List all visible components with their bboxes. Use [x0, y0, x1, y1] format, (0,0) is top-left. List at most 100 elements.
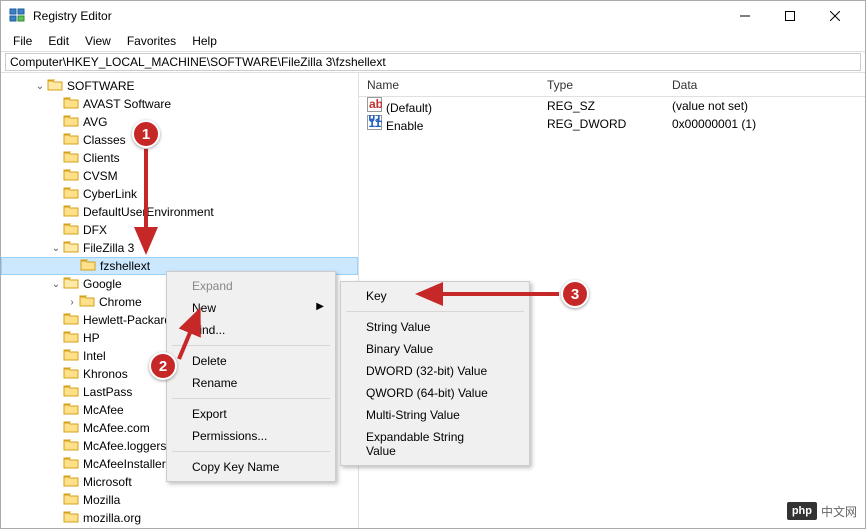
menu-file[interactable]: File — [5, 32, 40, 50]
ctx-find[interactable]: Find... — [170, 319, 332, 341]
tree-item-label: McAfee.loggers — [83, 439, 166, 453]
col-header-type[interactable]: Type — [539, 78, 664, 92]
folder-icon — [63, 348, 79, 365]
annotation-badge-1: 1 — [132, 120, 160, 148]
app-icon — [9, 7, 25, 26]
ctx-new[interactable]: New▶ — [170, 297, 332, 319]
tree-item-label: DFX — [83, 223, 107, 237]
tree-item-label: CyberLink — [83, 187, 137, 201]
ctx-delete[interactable]: Delete — [170, 350, 332, 372]
sub-expand[interactable]: Expandable String Value — [344, 426, 526, 462]
value-data: 0x00000001 (1) — [664, 117, 865, 131]
tree-item-label: fzshellext — [100, 259, 150, 273]
context-menu[interactable]: Expand New▶ Find... Delete Rename Export… — [166, 271, 336, 482]
folder-icon — [63, 366, 79, 383]
list-row[interactable]: 011110EnableREG_DWORD0x00000001 (1) — [359, 115, 865, 133]
folder-icon — [63, 492, 79, 509]
value-type: REG_DWORD — [539, 117, 664, 131]
folder-icon — [63, 114, 79, 131]
tree-item-label: SOFTWARE — [67, 79, 135, 93]
menu-help[interactable]: Help — [184, 32, 225, 50]
tree-item-label: mozilla.org — [83, 511, 141, 525]
menu-view[interactable]: View — [77, 32, 119, 50]
address-input[interactable] — [5, 53, 861, 71]
tree-item[interactable]: ⌄ SOFTWARE — [1, 77, 358, 95]
ctx-permissions[interactable]: Permissions... — [170, 425, 332, 447]
menu-favorites[interactable]: Favorites — [119, 32, 184, 50]
value-name: Enable — [386, 119, 423, 133]
watermark-logo: php — [787, 502, 817, 520]
tree-item-label: Chrome — [99, 295, 142, 309]
watermark: php 中文网 — [787, 502, 857, 520]
folder-icon — [63, 384, 79, 401]
folder-icon — [47, 78, 63, 95]
svg-text:ab: ab — [369, 97, 382, 111]
tree-item[interactable]: DFX — [1, 221, 358, 239]
folder-icon — [63, 420, 79, 437]
context-submenu-new[interactable]: Key String Value Binary Value DWORD (32-… — [340, 281, 530, 466]
tree-item-label: Hewlett-Packard — [83, 313, 171, 327]
window-controls — [722, 2, 857, 31]
ctx-separator — [172, 345, 330, 346]
folder-icon — [79, 294, 95, 311]
menu-bar: File Edit View Favorites Help — [1, 31, 865, 51]
tree-item-label: Mozilla — [83, 493, 120, 507]
tree-item[interactable]: mozilla.org — [1, 509, 358, 527]
value-data: (value not set) — [664, 99, 865, 113]
tree-item-label: HP — [83, 331, 100, 345]
tree-item-label: FileZilla 3 — [83, 241, 134, 255]
reg-value-icon: ab — [367, 101, 382, 115]
folder-icon — [63, 96, 79, 113]
tree-item[interactable]: Classes — [1, 131, 358, 149]
tree-item-label: Classes — [83, 133, 126, 147]
maximize-button[interactable] — [767, 2, 812, 31]
tree-item-label: McAfee — [83, 403, 124, 417]
collapse-icon[interactable]: ⌄ — [33, 81, 47, 92]
folder-icon — [80, 258, 96, 275]
tree-item[interactable]: DefaultUserEnvironment — [1, 203, 358, 221]
ctx-export[interactable]: Export — [170, 403, 332, 425]
close-button[interactable] — [812, 2, 857, 31]
tree-item[interactable]: Mozilla — [1, 491, 358, 509]
sub-key[interactable]: Key — [344, 285, 526, 307]
minimize-button[interactable] — [722, 2, 767, 31]
ctx-separator — [172, 451, 330, 452]
annotation-badge-2: 2 — [149, 352, 177, 380]
tree-item[interactable]: CVSM — [1, 167, 358, 185]
tree-item[interactable]: Clients — [1, 149, 358, 167]
folder-icon — [63, 438, 79, 455]
sub-dword[interactable]: DWORD (32-bit) Value — [344, 360, 526, 382]
chevron-right-icon: ▶ — [316, 301, 324, 312]
menu-edit[interactable]: Edit — [40, 32, 77, 50]
tree-item-label: Microsoft — [83, 475, 132, 489]
tree-item-label: CVSM — [83, 169, 118, 183]
tree-item-label: Google — [83, 277, 122, 291]
tree-item[interactable]: AVG — [1, 113, 358, 131]
collapse-icon[interactable]: ⌄ — [49, 243, 63, 254]
ctx-separator — [172, 398, 330, 399]
collapse-icon[interactable]: ⌄ — [49, 279, 63, 290]
list-row[interactable]: ab(Default)REG_SZ(value not set) — [359, 97, 865, 115]
folder-icon — [63, 204, 79, 221]
list-body[interactable]: ab(Default)REG_SZ(value not set)011110En… — [359, 97, 865, 133]
col-header-name[interactable]: Name — [359, 78, 539, 92]
tree-item[interactable]: AVAST Software — [1, 95, 358, 113]
sub-multi[interactable]: Multi-String Value — [344, 404, 526, 426]
tree-item-label: LastPass — [83, 385, 132, 399]
folder-icon — [63, 132, 79, 149]
ctx-copy-key-name[interactable]: Copy Key Name — [170, 456, 332, 478]
tree-item[interactable]: ⌄ FileZilla 3 — [1, 239, 358, 257]
col-header-data[interactable]: Data — [664, 78, 865, 92]
expand-icon[interactable]: › — [65, 297, 79, 308]
window-title: Registry Editor — [33, 9, 722, 23]
folder-icon — [63, 330, 79, 347]
tree-item-label: AVAST Software — [83, 97, 171, 111]
list-header: Name Type Data — [359, 73, 865, 97]
ctx-rename[interactable]: Rename — [170, 372, 332, 394]
sub-qword[interactable]: QWORD (64-bit) Value — [344, 382, 526, 404]
folder-icon — [63, 276, 79, 293]
sub-binary[interactable]: Binary Value — [344, 338, 526, 360]
tree-item[interactable]: CyberLink — [1, 185, 358, 203]
tree-item-label: AVG — [83, 115, 107, 129]
sub-string[interactable]: String Value — [344, 316, 526, 338]
